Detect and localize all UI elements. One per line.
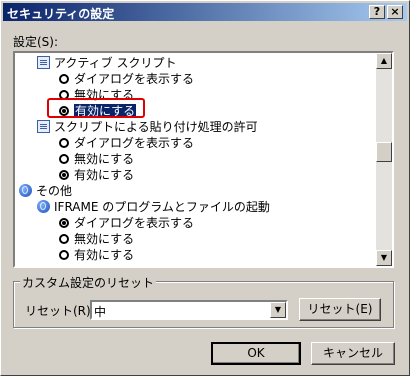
radio-checked-icon [59, 218, 69, 228]
radio-icon [59, 74, 69, 84]
cancel-button[interactable]: キャンセル [311, 342, 395, 365]
settings-list[interactable]: アクティブ スクリプト ダイアログを表示する 無効にする 有効にする スクリプト… [13, 51, 394, 268]
window-title: セキュリティの設定 [7, 7, 115, 21]
option-iframe-disable[interactable]: 無効にする [59, 231, 134, 247]
scroll-up-button[interactable]: ▲ [376, 53, 392, 69]
help-button[interactable]: ? [369, 5, 385, 19]
reset-level-select[interactable]: 中 ▼ [90, 300, 288, 320]
radio-icon [59, 250, 69, 260]
option-paste-enable[interactable]: 有効にする [59, 167, 134, 183]
option-iframe-prompt[interactable]: ダイアログを表示する [59, 215, 194, 231]
custom-reset-title: カスタム設定のリセット [20, 274, 157, 291]
radio-checked-icon [59, 170, 69, 180]
globe-icon [19, 184, 32, 197]
settings-label: 設定(S): [13, 35, 59, 49]
option-active-script-prompt[interactable]: ダイアログを表示する [59, 71, 194, 87]
option-paste-prompt[interactable]: ダイアログを表示する [59, 135, 194, 151]
category-script-paste[interactable]: スクリプトによる貼り付け処理の許可 [37, 119, 258, 135]
radio-icon [59, 154, 69, 164]
category-iframe-launch[interactable]: IFRAME のプログラムとファイルの起動 [37, 199, 270, 215]
scroll-thumb[interactable] [376, 142, 392, 162]
globe-icon [37, 200, 50, 213]
radio-icon [59, 234, 69, 244]
reset-label: リセット(R): [25, 304, 95, 318]
option-paste-disable[interactable]: 無効にする [59, 151, 134, 167]
reset-button[interactable]: リセット(E) [299, 298, 381, 321]
security-settings-dialog: セキュリティの設定 ? × 設定(S): アクティブ スクリプト ダイアログを表… [0, 0, 410, 376]
title-bar: セキュリティの設定 ? × [3, 3, 407, 21]
vertical-scrollbar[interactable]: ▲ ▼ [376, 53, 392, 266]
document-icon [37, 56, 50, 69]
group-other[interactable]: その他 [19, 183, 72, 199]
radio-icon [59, 138, 69, 148]
chevron-down-icon[interactable]: ▼ [270, 302, 286, 318]
ok-button[interactable]: OK [211, 342, 301, 365]
document-icon [37, 120, 50, 133]
reset-level-value: 中 [94, 305, 107, 319]
scroll-down-button[interactable]: ▼ [376, 250, 392, 266]
category-active-script[interactable]: アクティブ スクリプト [37, 55, 177, 71]
option-iframe-enable[interactable]: 有効にする [59, 247, 134, 263]
close-button[interactable]: × [387, 5, 403, 19]
highlight-annotation [47, 98, 145, 118]
